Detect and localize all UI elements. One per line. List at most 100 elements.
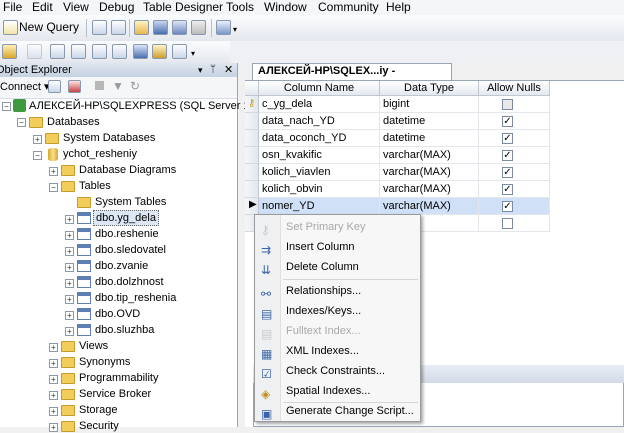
- row-selector[interactable]: [245, 130, 259, 147]
- activity-monitor-icon[interactable]: [216, 20, 231, 35]
- tree-table-item[interactable]: dbo.dolzhnost: [95, 275, 164, 289]
- expand-icon[interactable]: +: [49, 167, 58, 176]
- tree-database[interactable]: ychot_resheniy: [63, 147, 137, 161]
- expand-icon[interactable]: +: [49, 391, 58, 400]
- document-tab[interactable]: АЛЕКСЕЙ-HP\SQLEX...iy - dbo.yg_dela*: [252, 63, 452, 92]
- collapse-icon[interactable]: −: [49, 183, 58, 192]
- print-icon[interactable]: [191, 20, 206, 35]
- data-type-cell[interactable]: varchar(MAX): [380, 164, 479, 181]
- menu-window[interactable]: Window: [264, 0, 307, 14]
- database-engine-query-icon[interactable]: [92, 20, 107, 35]
- tree-synonyms[interactable]: Synonyms: [79, 355, 130, 369]
- column-name-cell[interactable]: kolich_obvin: [259, 181, 380, 198]
- expand-icon[interactable]: +: [65, 231, 74, 240]
- table-row[interactable]: osn_kvakific varchar(MAX) ✓: [245, 147, 550, 164]
- allow-nulls-checkbox[interactable]: ✓: [502, 116, 513, 127]
- allow-nulls-checkbox[interactable]: ✓: [502, 201, 513, 212]
- expand-icon[interactable]: +: [65, 279, 74, 288]
- tree-table-item[interactable]: dbo.yg_dela: [93, 210, 159, 226]
- menu-tools[interactable]: Tools: [226, 0, 254, 14]
- table-row[interactable]: kolich_viavlen varchar(MAX) ✓: [245, 164, 550, 181]
- menu-relationships[interactable]: ⚯ Relationships...: [255, 281, 420, 301]
- tree-table-item[interactable]: dbo.sledovatel: [95, 243, 166, 257]
- menu-help[interactable]: Help: [386, 0, 411, 14]
- row-selector[interactable]: [245, 113, 259, 130]
- expand-icon[interactable]: +: [33, 135, 42, 144]
- tree-table-item[interactable]: dbo.tip_reshenia: [95, 291, 176, 305]
- column-name-cell[interactable]: data_nach_YD: [259, 113, 380, 130]
- column-name-cell[interactable]: kolich_viavlen: [259, 164, 380, 181]
- tree-database-diagrams[interactable]: Database Diagrams: [79, 163, 176, 177]
- table-row[interactable]: data_nach_YD datetime ✓: [245, 113, 550, 130]
- table-row-selected[interactable]: ▶ nomer_YD varchar(MAX) ✓: [245, 198, 550, 215]
- expand-icon[interactable]: +: [49, 343, 58, 352]
- table-row[interactable]: ⚷ c_yg_dela bigint: [245, 96, 550, 113]
- column-name-cell[interactable]: c_yg_dela: [259, 96, 380, 113]
- collapse-icon[interactable]: −: [17, 118, 26, 127]
- save-all-icon[interactable]: [172, 20, 187, 35]
- tree-table-item[interactable]: dbo.reshenie: [95, 227, 159, 241]
- menu-generate-change-script[interactable]: ▣ Generate Change Script...: [255, 401, 420, 421]
- menu-debug[interactable]: Debug: [99, 0, 134, 14]
- pin-icon[interactable]: ᛘ: [210, 63, 216, 77]
- expand-icon[interactable]: +: [65, 311, 74, 320]
- tree-table-item[interactable]: dbo.sluzhba: [95, 323, 154, 337]
- expand-icon[interactable]: +: [65, 247, 74, 256]
- expand-icon[interactable]: +: [49, 407, 58, 416]
- table-row[interactable]: kolich_obvin varchar(MAX) ✓: [245, 181, 550, 198]
- tree-server[interactable]: АЛЕКСЕЙ-HP\SQLEXPRESS (SQL Server 10.50: [29, 99, 271, 113]
- row-selector[interactable]: [245, 181, 259, 198]
- expand-icon[interactable]: +: [49, 375, 58, 384]
- allow-nulls-checkbox[interactable]: ✓: [502, 184, 513, 195]
- new-query-button[interactable]: New Query: [2, 19, 82, 37]
- generate-script-icon[interactable]: [172, 44, 187, 59]
- expand-icon[interactable]: +: [65, 263, 74, 272]
- tree-table-item[interactable]: dbo.OVD: [95, 307, 140, 321]
- column-name-cell[interactable]: nomer_YD: [259, 198, 380, 215]
- menu-insert-column[interactable]: ⇉ Insert Column: [255, 237, 420, 257]
- collapse-icon[interactable]: −: [33, 151, 42, 160]
- tree-programmability[interactable]: Programmability: [79, 371, 158, 385]
- menu-delete-column[interactable]: ⇊ Delete Column: [255, 257, 420, 277]
- menu-file[interactable]: File: [3, 0, 22, 14]
- check-constraints-icon[interactable]: [133, 44, 148, 59]
- menu-spatial-indexes[interactable]: ◈ Spatial Indexes...: [255, 381, 420, 401]
- save-icon[interactable]: [153, 20, 168, 35]
- tree-system-databases[interactable]: System Databases: [63, 131, 155, 145]
- table-row[interactable]: data_oconch_YD datetime ✓: [245, 130, 550, 147]
- xml-indexes-icon[interactable]: [112, 44, 127, 59]
- menu-check-constraints[interactable]: ☑ Check Constraints...: [255, 361, 420, 381]
- tree-databases[interactable]: Databases: [47, 115, 100, 129]
- toolbar-overflow-icon[interactable]: ▾: [233, 25, 237, 34]
- data-type-cell[interactable]: varchar(MAX): [380, 198, 479, 215]
- tree-table-item[interactable]: dbo.zvanie: [95, 259, 148, 273]
- data-type-cell[interactable]: datetime: [380, 130, 479, 147]
- expand-icon[interactable]: +: [49, 423, 58, 432]
- menu-table-designer[interactable]: Table Designer: [143, 0, 223, 14]
- allow-nulls-checkbox[interactable]: [502, 218, 513, 229]
- data-type-cell[interactable]: datetime: [380, 113, 479, 130]
- close-icon[interactable]: ✕: [224, 63, 233, 77]
- set-primary-key-icon[interactable]: [2, 44, 17, 59]
- row-selector[interactable]: ▶: [245, 198, 259, 215]
- connect-object-icon[interactable]: [48, 80, 61, 93]
- disconnect-icon[interactable]: [68, 80, 81, 93]
- menu-set-primary-key[interactable]: ⚷ Set Primary Key: [255, 217, 420, 237]
- tree-service-broker[interactable]: Service Broker: [79, 387, 151, 401]
- expand-icon[interactable]: +: [65, 295, 74, 304]
- row-selector[interactable]: ⚷: [245, 96, 259, 113]
- data-type-cell[interactable]: varchar(MAX): [380, 181, 479, 198]
- column-name-cell[interactable]: osn_kvakific: [259, 147, 380, 164]
- window-position-icon[interactable]: ▾: [198, 63, 203, 77]
- expand-icon[interactable]: +: [65, 215, 74, 224]
- manage-fulltext-icon[interactable]: [92, 44, 107, 59]
- manage-indexes-icon[interactable]: [71, 44, 86, 59]
- tree-storage[interactable]: Storage: [79, 403, 118, 417]
- open-file-icon[interactable]: [134, 20, 149, 35]
- menu-view[interactable]: View: [63, 0, 89, 14]
- tree-tables[interactable]: Tables: [79, 179, 111, 193]
- column-name-cell[interactable]: data_oconch_YD: [259, 130, 380, 147]
- expand-icon[interactable]: +: [49, 359, 58, 368]
- row-selector[interactable]: [245, 147, 259, 164]
- menu-xml-indexes[interactable]: ▦ XML Indexes...: [255, 341, 420, 361]
